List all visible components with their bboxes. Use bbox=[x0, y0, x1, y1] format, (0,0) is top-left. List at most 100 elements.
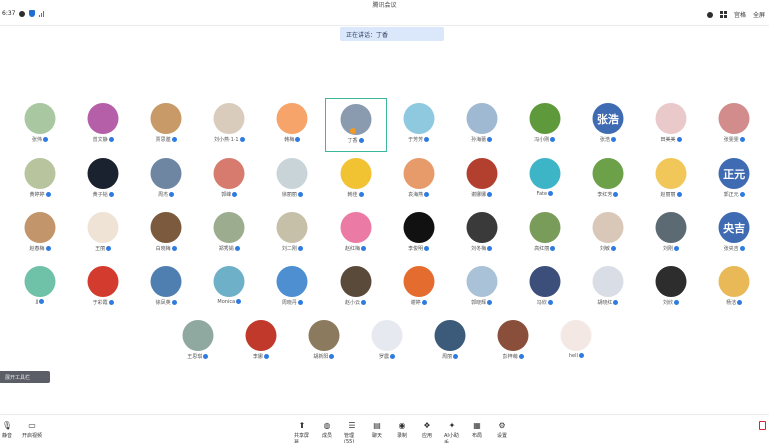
participant-tile[interactable]: 王丽 bbox=[72, 207, 134, 261]
toolbar-toggle[interactable]: 展开工具栏 bbox=[0, 371, 50, 383]
participant-tile[interactable]: 王思琪 bbox=[167, 315, 229, 369]
participant-tile[interactable]: 韩梅 bbox=[261, 98, 323, 152]
participant-name: 刘敏 bbox=[577, 245, 639, 252]
mic-status-icon bbox=[295, 137, 301, 142]
participant-name-text: 彭梓萌 bbox=[502, 354, 518, 360]
participant-tile[interactable]: 周丽 bbox=[419, 315, 481, 369]
participant-tile[interactable]: 刘敏 bbox=[577, 207, 639, 261]
participant-tile[interactable]: 胡晓红 bbox=[577, 261, 639, 315]
participant-tile[interactable]: 央吉 张央吉 bbox=[703, 207, 765, 261]
participant-name: 李俊明 bbox=[388, 245, 450, 252]
chat-button[interactable]: ▤ 聊天 bbox=[369, 421, 385, 443]
avatar bbox=[24, 158, 56, 189]
participant-tile[interactable]: 赵红梅 bbox=[325, 207, 387, 261]
participant-tile[interactable]: 韩佳 bbox=[325, 153, 387, 207]
mic-status-icon bbox=[239, 137, 245, 142]
participant-tile[interactable]: 张伟 bbox=[9, 98, 71, 152]
participant-tile[interactable]: 周杰 bbox=[135, 153, 197, 207]
participant-tile[interactable]: 黄婷婷 bbox=[9, 153, 71, 207]
participant-tile[interactable]: 李红芳 bbox=[577, 153, 639, 207]
members-button[interactable]: ◍ 成员 bbox=[319, 421, 335, 443]
participant-name: 于彩霞 bbox=[72, 299, 134, 306]
apps-button[interactable]: ❖ 应用 bbox=[419, 421, 435, 443]
participant-tile[interactable]: 谢娜娜 bbox=[451, 153, 513, 207]
participant-tile[interactable]: 正元 郭正元 bbox=[703, 153, 765, 207]
mic-button[interactable]: 🎙 静音 bbox=[2, 421, 12, 439]
record-icon: ◉ bbox=[398, 421, 406, 430]
participant-tile[interactable]: hell bbox=[545, 315, 607, 369]
participant-tile[interactable]: 于芳芳 bbox=[388, 98, 450, 152]
participant-tile[interactable]: 于彩霞 bbox=[72, 261, 134, 315]
avatar: 央吉 bbox=[718, 212, 750, 243]
participant-tile[interactable]: 赵小云 bbox=[325, 261, 387, 315]
layout-button[interactable]: ▦ 布局 bbox=[469, 421, 485, 443]
mic-status-icon bbox=[739, 137, 745, 142]
participant-tile[interactable]: 郭峰 bbox=[198, 153, 260, 207]
security-icon[interactable] bbox=[29, 10, 36, 17]
participant-name: 彭梓萌 bbox=[482, 353, 544, 360]
participant-tile[interactable]: 郭晓辉 bbox=[451, 261, 513, 315]
participant-tile[interactable]: 张雯雯 bbox=[703, 98, 765, 152]
share-screen-button[interactable]: ⬆ 共享屏幕 bbox=[294, 421, 310, 443]
participant-tile[interactable]: 曾文静 bbox=[72, 98, 134, 152]
mic-status-icon bbox=[390, 354, 396, 359]
participant-tile[interactable]: 杨洁 bbox=[703, 261, 765, 315]
participant-tile[interactable]: 刘冬梅 bbox=[451, 207, 513, 261]
mic-status-icon bbox=[547, 300, 553, 305]
camera-button[interactable]: ▭ 开启视频 bbox=[22, 421, 42, 439]
participant-tile[interactable]: 冯欣 bbox=[514, 261, 576, 315]
participant-tile[interactable]: 田美美 bbox=[640, 98, 702, 152]
participant-tile[interactable]: 郑秀娟 bbox=[198, 207, 260, 261]
network-signal-icon[interactable] bbox=[39, 10, 45, 17]
participant-tile[interactable]: 刘小燕·1·1 bbox=[198, 98, 260, 152]
participant-tile[interactable]: 李娜 bbox=[230, 315, 292, 369]
participant-tile[interactable]: 丁香 bbox=[324, 98, 387, 152]
info-icon[interactable] bbox=[19, 10, 26, 17]
manage-button[interactable]: ☰ 管理(55) bbox=[344, 421, 360, 443]
participant-tile[interactable]: 徐凤英 bbox=[135, 261, 197, 315]
toolbar-label: 应用 bbox=[421, 433, 432, 439]
participant-tile[interactable]: 李俊明 bbox=[388, 207, 450, 261]
participant-tile[interactable]: 周晓丹 bbox=[261, 261, 323, 315]
participant-name-text: 丁香 bbox=[347, 138, 358, 144]
participant-tile[interactable]: 白晓梅 bbox=[135, 207, 197, 261]
participant-tile[interactable]: Monica bbox=[198, 261, 260, 315]
view-label[interactable]: 宫格 bbox=[734, 10, 746, 19]
participant-tile[interactable]: 谢婷 bbox=[388, 261, 450, 315]
toolbar-label: 录制 bbox=[396, 433, 407, 439]
participant-tile[interactable]: jj bbox=[9, 261, 71, 315]
end-meeting-button[interactable] bbox=[759, 421, 766, 430]
participant-tile[interactable]: 黄子韬 bbox=[72, 153, 134, 207]
participant-tile[interactable]: 刘二刚 bbox=[261, 207, 323, 261]
participant-name-text: 郭晓辉 bbox=[471, 300, 487, 306]
participant-tile[interactable]: 赵丽丽 bbox=[640, 153, 702, 207]
participant-tile[interactable]: 赵春梅 bbox=[9, 207, 71, 261]
participant-name-text: 李娜 bbox=[252, 354, 263, 360]
record-status-icon[interactable] bbox=[706, 11, 713, 18]
participant-tile[interactable]: 罗震 bbox=[356, 315, 418, 369]
avatar bbox=[655, 266, 687, 297]
ai-button[interactable]: ✦ AI小助手 bbox=[444, 421, 460, 443]
settings-button[interactable]: ⚙ 设置 bbox=[494, 421, 510, 443]
participant-tile[interactable]: 刘刚 bbox=[640, 207, 702, 261]
window-title: 腾讯会议 bbox=[372, 2, 397, 9]
participant-tile[interactable]: 贾思邈 bbox=[135, 98, 197, 152]
audio-video-controls: 🎙 静音 ▭ 开启视频 bbox=[2, 421, 42, 439]
participant-tile[interactable]: 胡新阳 bbox=[293, 315, 355, 369]
participant-tile[interactable]: 徐丽丽 bbox=[261, 153, 323, 207]
grid-view-icon[interactable] bbox=[719, 11, 727, 18]
participant-tile[interactable]: 高红丽 bbox=[514, 207, 576, 261]
ai-icon: ✦ bbox=[448, 421, 456, 430]
participant-tile[interactable]: 刘欣 bbox=[640, 261, 702, 315]
participant-tile[interactable]: Fate bbox=[514, 153, 576, 207]
participant-name: 刘小燕·1·1 bbox=[198, 136, 260, 143]
participant-name-text: 韩佳 bbox=[347, 192, 358, 198]
participant-tile[interactable]: 孙海蕾 bbox=[451, 98, 513, 152]
record-button[interactable]: ◉ 录制 bbox=[394, 421, 410, 443]
participant-tile[interactable]: 张浩 张浩 bbox=[577, 98, 639, 152]
participant-tile[interactable]: 袁海燕 bbox=[388, 153, 450, 207]
fullscreen-button[interactable]: 全屏 bbox=[753, 10, 765, 19]
participant-tile[interactable]: 冯小刚 bbox=[514, 98, 576, 152]
participant-tile[interactable]: 彭梓萌 bbox=[482, 315, 544, 369]
participant-name-text: 黄子韬 bbox=[92, 192, 108, 198]
